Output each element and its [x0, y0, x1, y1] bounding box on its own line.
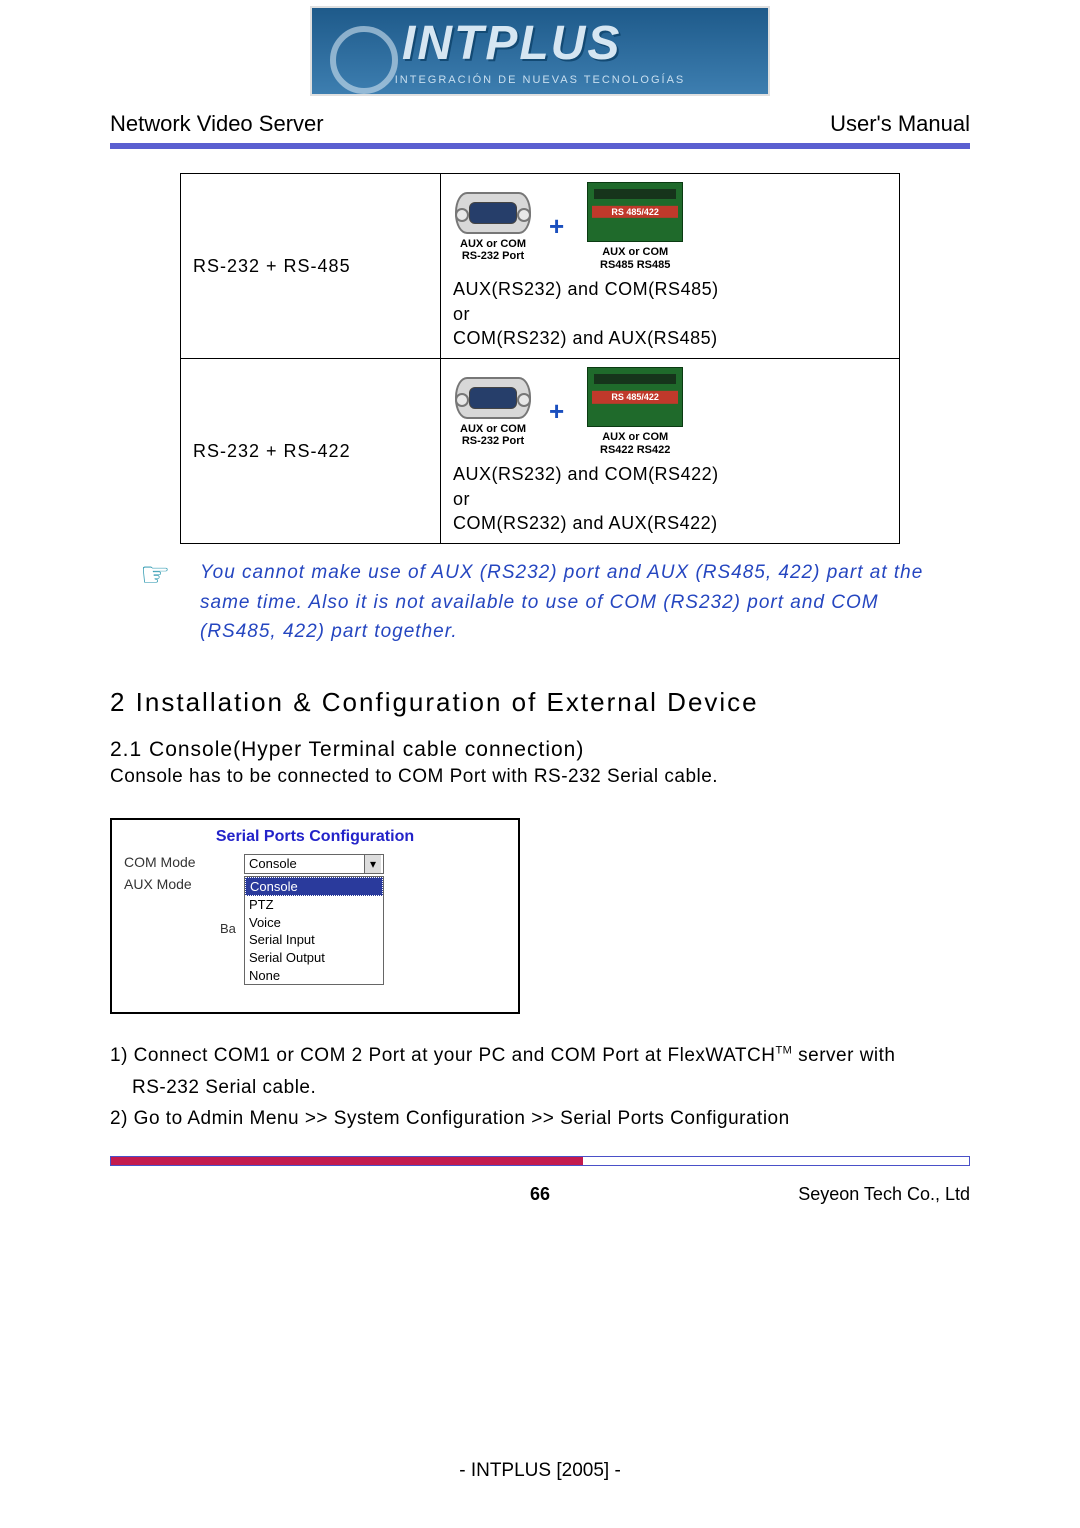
- section-intro: Console has to be connected to COM Port …: [110, 766, 970, 788]
- warning-text: You cannot make use of AUX (RS232) port …: [140, 558, 940, 646]
- dropdown-option[interactable]: None: [245, 967, 383, 985]
- pointing-hand-icon: ☞: [140, 558, 170, 592]
- footer-stamp: - INTPLUS [2005] -: [0, 1460, 1080, 1482]
- serial-port-caption: AUX or COM RS-232 Port: [453, 238, 533, 262]
- serial-port-caption: AUX or COM RS-232 Port: [453, 423, 533, 447]
- subsection-heading: 2.1 Console(Hyper Terminal cable connect…: [110, 738, 970, 762]
- doc-title-right: User's Manual: [830, 111, 970, 137]
- doc-title-left: Network Video Server: [110, 111, 324, 137]
- table-row: RS-232 + RS-422 AUX or COM RS-232 Port +…: [181, 359, 900, 544]
- company-name: Seyeon Tech Co., Ltd: [798, 1184, 970, 1205]
- plus-icon: +: [543, 211, 570, 242]
- brand-logo: INTPLUS INTEGRACIÓN DE NUEVAS TECNOLOGÍA…: [110, 0, 970, 107]
- plus-icon: +: [543, 396, 570, 427]
- table-row: RS-232 + RS-485 AUX or COM RS-232 Port +…: [181, 174, 900, 359]
- dropdown-option[interactable]: Voice: [245, 914, 383, 932]
- conn-mode-label: RS-232 + RS-422: [181, 359, 441, 544]
- list-item: 1) Connect COM1 or COM 2 Port at your PC…: [110, 1040, 970, 1103]
- instruction-list: 1) Connect COM1 or COM 2 Port at your PC…: [110, 1040, 970, 1134]
- aux-mode-label: AUX Mode: [124, 876, 244, 892]
- serial-port-icon: AUX or COM RS-232 Port: [453, 192, 533, 262]
- conn-description: AUX(RS232) and COM(RS485) or COM(RS232) …: [453, 277, 887, 350]
- conn-description: AUX(RS232) and COM(RS422) or COM(RS232) …: [453, 462, 887, 535]
- list-item: 2) Go to Admin Menu >> System Configurat…: [110, 1103, 970, 1134]
- terminal-block-icon: RS 485/422 AUX or COM RS422 RS422: [580, 367, 690, 456]
- footer-rule: [110, 1156, 970, 1166]
- warning-note: ☞ You cannot make use of AUX (RS232) por…: [140, 558, 940, 646]
- brand-tagline: INTEGRACIÓN DE NUEVAS TECNOLOGÍAS: [312, 74, 768, 86]
- back-button-fragment: Ba: [220, 921, 246, 936]
- dropdown-option[interactable]: Serial Output: [245, 949, 383, 967]
- aux-mode-dropdown-open[interactable]: Console PTZ Voice Serial Input Serial Ou…: [244, 876, 384, 986]
- dropdown-option[interactable]: Serial Input: [245, 931, 383, 949]
- header-rule: [110, 143, 970, 149]
- serial-port-icon: AUX or COM RS-232 Port: [453, 377, 533, 447]
- terminal-block-icon: RS 485/422 AUX or COM RS485 RS485: [580, 182, 690, 271]
- connection-table: RS-232 + RS-485 AUX or COM RS-232 Port +…: [180, 173, 900, 544]
- conn-mode-label: RS-232 + RS-485: [181, 174, 441, 359]
- terminal-caption: AUX or COM RS485 RS485: [580, 246, 690, 271]
- brand-name: INTPLUS: [402, 16, 621, 71]
- serial-ports-config-screenshot: Serial Ports Configuration COM Mode Cons…: [110, 818, 520, 1015]
- section-heading: 2 Installation & Configuration of Extern…: [110, 687, 970, 718]
- config-title: Serial Ports Configuration: [124, 828, 506, 846]
- com-mode-label: COM Mode: [124, 854, 244, 870]
- com-mode-select[interactable]: Console: [244, 854, 384, 874]
- dropdown-option[interactable]: PTZ: [245, 896, 383, 914]
- terminal-caption: AUX or COM RS422 RS422: [580, 431, 690, 456]
- dropdown-option[interactable]: Console: [245, 877, 383, 897]
